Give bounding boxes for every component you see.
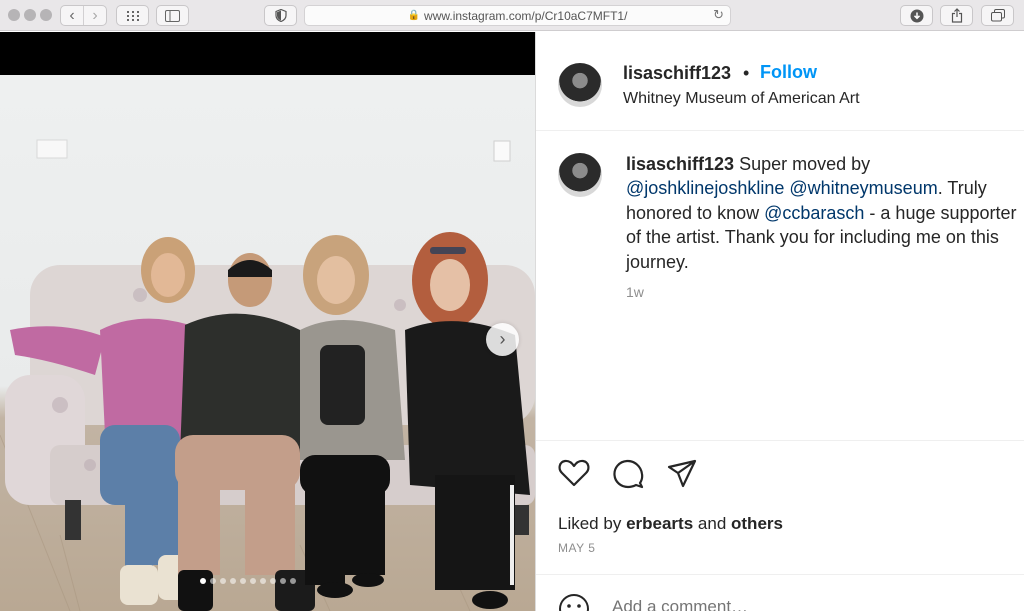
share-button[interactable] bbox=[940, 5, 973, 26]
share-send-icon[interactable] bbox=[667, 459, 697, 489]
post-media: › bbox=[0, 32, 535, 611]
new-tab-overview-button[interactable] bbox=[981, 5, 1014, 26]
follow-button[interactable]: Follow bbox=[760, 62, 817, 83]
post-photo[interactable] bbox=[0, 75, 535, 611]
carousel-dot bbox=[210, 578, 216, 584]
chevron-right-icon: › bbox=[499, 329, 506, 349]
location-link[interactable]: Whitney Museum of American Art bbox=[623, 90, 860, 108]
likes-prefix: Liked by bbox=[558, 514, 622, 533]
emoji-icon[interactable] bbox=[558, 593, 590, 611]
mention-link[interactable]: @ccbarasch bbox=[764, 203, 864, 223]
likes-summary: Liked by erbearts and others bbox=[558, 514, 783, 534]
sidebar-toggle-button[interactable] bbox=[156, 5, 189, 26]
back-button[interactable]: ‹ bbox=[61, 6, 83, 25]
zoom-window-button[interactable] bbox=[40, 9, 52, 21]
shield-icon bbox=[274, 9, 287, 22]
forward-button[interactable]: › bbox=[83, 6, 106, 25]
address-bar[interactable]: 🔒 www.instagram.com/p/Cr10aC7MFT1/ ↻ bbox=[304, 5, 731, 26]
mention-link[interactable]: @joshklinejoshkline bbox=[626, 178, 784, 198]
carousel-dot bbox=[200, 578, 206, 584]
carousel-dot bbox=[270, 578, 276, 584]
close-window-button[interactable] bbox=[8, 9, 20, 21]
avatar[interactable] bbox=[558, 63, 602, 107]
carousel-dot bbox=[230, 578, 236, 584]
likes-others-link[interactable]: others bbox=[731, 514, 783, 533]
sidebar-icon bbox=[165, 9, 180, 22]
carousel-dot bbox=[220, 578, 226, 584]
separator-dot: • bbox=[743, 63, 750, 83]
download-icon bbox=[910, 9, 923, 22]
downloads-button[interactable] bbox=[900, 5, 933, 26]
carousel-next-button[interactable]: › bbox=[486, 323, 519, 356]
caption-avatar[interactable] bbox=[558, 153, 602, 197]
comment-icon[interactable] bbox=[612, 458, 644, 490]
caption: lisaschiff123 Super moved by @joshklinej… bbox=[626, 152, 1024, 274]
heart-icon[interactable] bbox=[558, 458, 590, 488]
carousel-dot bbox=[290, 578, 296, 584]
browser-toolbar: ‹ › 🔒 www.instagram.com/p/Cr10aC7MFT1/ ↻ bbox=[0, 0, 1024, 31]
tab-overview-button[interactable] bbox=[116, 5, 149, 26]
post-detail-panel: lisaschiff123 • Follow Whitney Museum of… bbox=[535, 32, 1024, 611]
carousel-dot bbox=[280, 578, 286, 584]
mention-link[interactable]: @whitneymuseum bbox=[789, 178, 937, 198]
carousel-dot bbox=[260, 578, 266, 584]
caption-timestamp[interactable]: 1w bbox=[626, 284, 644, 300]
author-username[interactable]: lisaschiff123 bbox=[623, 63, 731, 84]
carousel-dot bbox=[250, 578, 256, 584]
privacy-report-button[interactable] bbox=[264, 5, 297, 26]
tabs-icon bbox=[990, 9, 1005, 22]
grid-icon bbox=[126, 10, 139, 21]
carousel-dot bbox=[240, 578, 246, 584]
history-nav: ‹ › bbox=[60, 5, 107, 26]
post-date[interactable]: MAY 5 bbox=[558, 541, 595, 555]
caption-text: Super moved by bbox=[739, 154, 871, 174]
comment-input[interactable] bbox=[612, 597, 912, 611]
lock-icon: 🔒 bbox=[407, 10, 421, 21]
url-text: www.instagram.com/p/Cr10aC7MFT1/ bbox=[424, 8, 628, 23]
minimize-window-button[interactable] bbox=[24, 9, 36, 21]
photo-illustration bbox=[0, 139, 535, 611]
liker-username[interactable]: erbearts bbox=[626, 514, 693, 533]
post-header: lisaschiff123 • Follow Whitney Museum of… bbox=[536, 32, 1024, 131]
likes-and: and bbox=[697, 514, 727, 533]
add-comment-row bbox=[536, 574, 1024, 611]
reload-icon[interactable]: ↻ bbox=[713, 7, 724, 23]
carousel-indicator bbox=[200, 578, 296, 584]
caption-username[interactable]: lisaschiff123 bbox=[626, 154, 734, 174]
share-icon bbox=[951, 8, 962, 23]
actions-divider bbox=[536, 440, 1024, 441]
